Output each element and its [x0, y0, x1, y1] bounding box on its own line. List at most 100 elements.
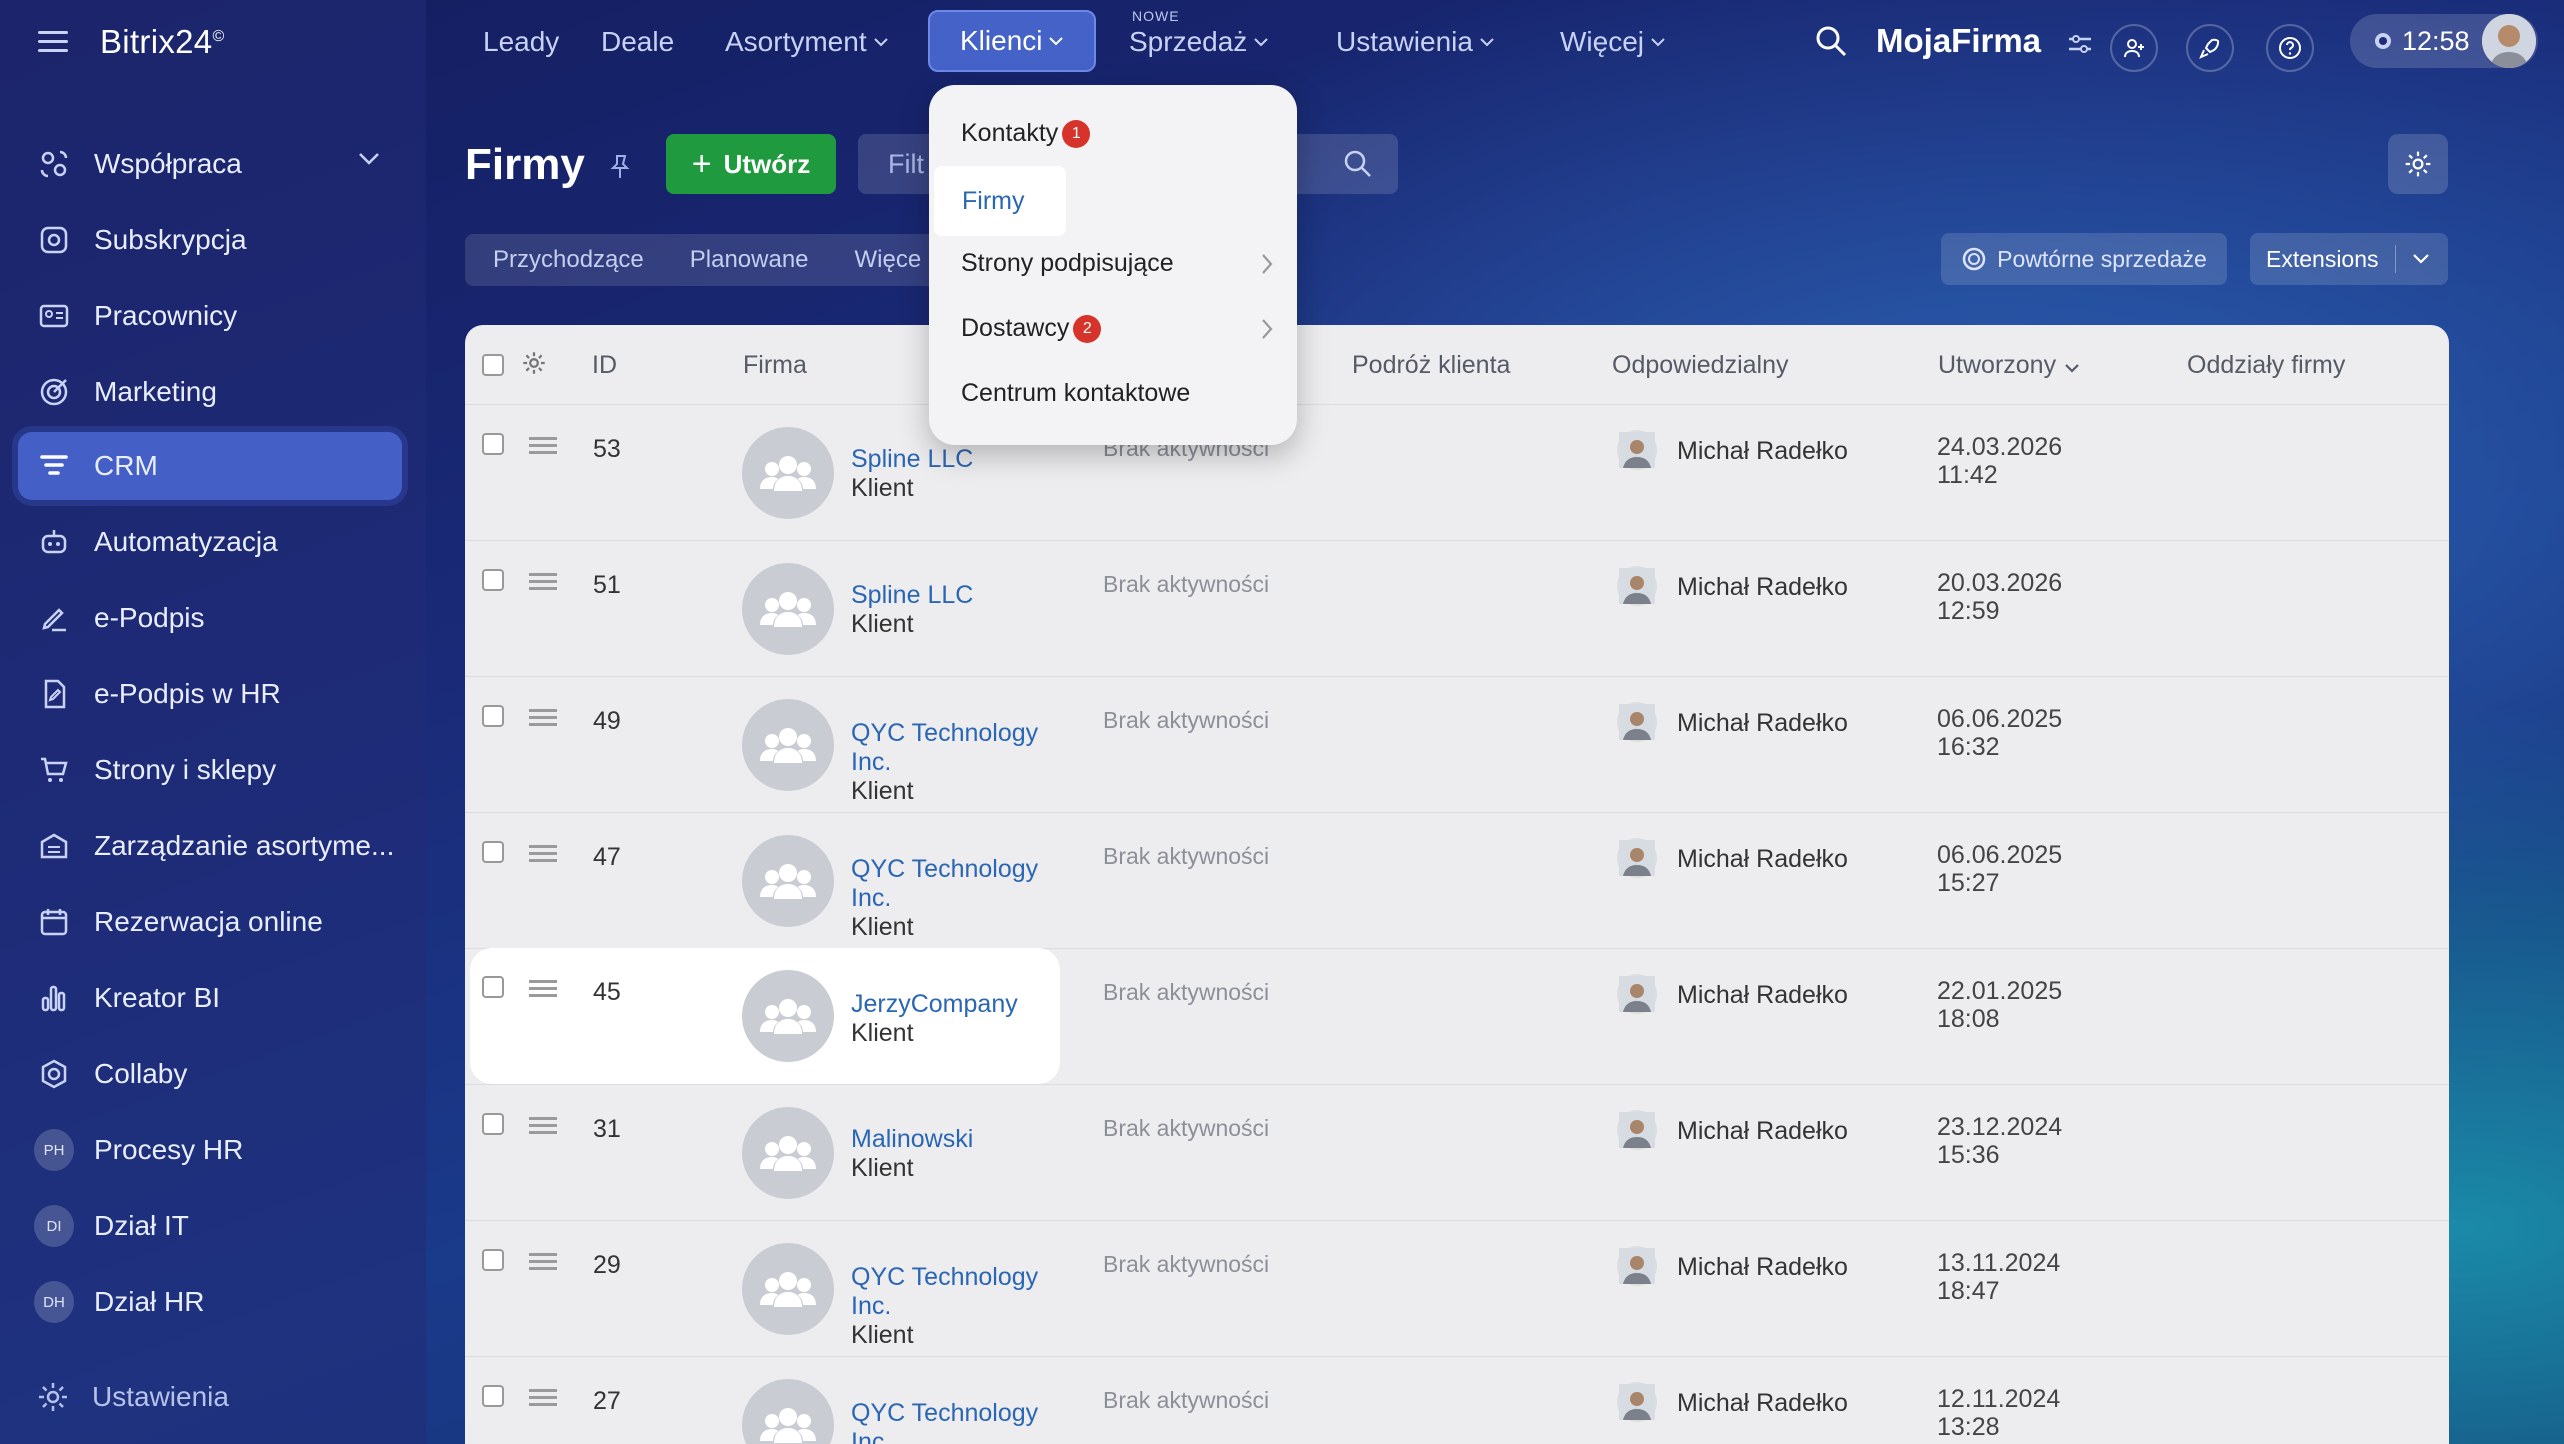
drag-handle-icon[interactable]	[529, 845, 557, 863]
sidebar-item-epodpis-hr[interactable]: e-Podpis w HR	[18, 660, 402, 728]
column-header-company[interactable]: Firma	[743, 351, 807, 380]
select-all-checkbox[interactable]	[482, 354, 504, 376]
column-header-id[interactable]: ID	[592, 351, 617, 380]
row-checkbox[interactable]	[482, 976, 504, 998]
search-icon[interactable]	[1342, 148, 1374, 180]
topnav-ustawienia[interactable]: Ustawienia	[1336, 26, 1495, 58]
activity-status[interactable]: Brak aktywności	[1103, 1115, 1269, 1142]
user-avatar[interactable]	[2482, 14, 2536, 68]
drag-handle-icon[interactable]	[529, 1253, 557, 1271]
company-link[interactable]: QYC Technology Inc.	[851, 1399, 1061, 1444]
sidebar-item-strony[interactable]: Strony i sklepy	[18, 736, 402, 804]
menu-item-firmy[interactable]: Firmy	[934, 166, 1066, 236]
table-row[interactable]: 53 Spline LLC Klient Brak aktywności Michał …	[465, 405, 2449, 541]
activity-status[interactable]: Brak aktywności	[1103, 571, 1269, 598]
responsible-name[interactable]: Michał Radełko	[1677, 845, 1848, 874]
table-row[interactable]: 47 QYC Technology Inc. Klient Brak aktywnoś…	[465, 813, 2449, 949]
list-settings-button[interactable]	[2388, 134, 2448, 194]
drag-handle-icon[interactable]	[529, 1117, 557, 1135]
topnav-leady[interactable]: Leady	[483, 26, 559, 58]
company-avatar[interactable]	[742, 1243, 834, 1335]
responsible-avatar[interactable]	[1617, 1110, 1657, 1150]
responsible-name[interactable]: Michał Radełko	[1677, 1389, 1848, 1418]
pin-icon[interactable]	[609, 154, 631, 180]
company-avatar[interactable]	[742, 1379, 834, 1444]
activity-status[interactable]: Brak aktywności	[1103, 1387, 1269, 1414]
sidebar-item-kreator-bi[interactable]: Kreator BI	[18, 964, 402, 1032]
company-avatar[interactable]	[742, 970, 834, 1062]
company-link[interactable]: QYC Technology Inc.	[851, 1263, 1061, 1321]
drag-handle-icon[interactable]	[529, 437, 557, 455]
row-checkbox[interactable]	[482, 433, 504, 455]
drag-handle-icon[interactable]	[529, 1389, 557, 1407]
company-link[interactable]: Spline LLC	[851, 445, 1061, 474]
responsible-name[interactable]: Michał Radełko	[1677, 709, 1848, 738]
drag-handle-icon[interactable]	[529, 573, 557, 591]
company-link[interactable]: Malinowski	[851, 1125, 1061, 1154]
responsible-name[interactable]: Michał Radełko	[1677, 437, 1848, 466]
topnav-asortyment[interactable]: Asortyment	[725, 26, 889, 58]
search-icon[interactable]	[1814, 24, 1848, 58]
responsible-name[interactable]: Michał Radełko	[1677, 1253, 1848, 1282]
sidebar-item-epodpis[interactable]: e-Podpis	[18, 584, 402, 652]
responsible-avatar[interactable]	[1617, 1382, 1657, 1422]
activity-status[interactable]: Brak aktywności	[1103, 1251, 1269, 1278]
responsible-avatar[interactable]	[1617, 838, 1657, 878]
sidebar-item-automatyzacja[interactable]: Automatyzacja	[18, 508, 402, 576]
menu-item-strony-podpisujace[interactable]: Strony podpisujące	[961, 249, 1273, 278]
sidebar-item-marketing[interactable]: Marketing	[18, 358, 402, 426]
tab-wiecej[interactable]: Więce	[855, 246, 922, 274]
topnav-deale[interactable]: Deale	[601, 26, 674, 58]
responsible-avatar[interactable]	[1617, 702, 1657, 742]
responsible-avatar[interactable]	[1617, 1246, 1657, 1286]
add-user-button[interactable]	[2110, 24, 2158, 72]
sidebar-item-collaby[interactable]: Collaby	[18, 1040, 402, 1108]
sidebar-settings[interactable]: Ustawienia	[36, 1380, 229, 1414]
row-checkbox[interactable]	[482, 1249, 504, 1271]
sidebar-item-wspolpraca[interactable]: Współpraca	[18, 130, 402, 198]
column-header-journey[interactable]: Podróż klienta	[1352, 351, 1510, 380]
help-button[interactable]	[2266, 24, 2314, 72]
company-avatar[interactable]	[742, 835, 834, 927]
sidebar-item-rezerwacja[interactable]: Rezerwacja online	[18, 888, 402, 956]
sidebar-item-pracownicy[interactable]: Pracownicy	[18, 282, 402, 350]
activity-status[interactable]: Brak aktywności	[1103, 707, 1269, 734]
company-link[interactable]: QYC Technology Inc.	[851, 855, 1061, 913]
responsible-avatar[interactable]	[1617, 566, 1657, 606]
company-avatar[interactable]	[742, 699, 834, 791]
responsible-name[interactable]: Michał Radełko	[1677, 981, 1848, 1010]
row-checkbox[interactable]	[482, 1385, 504, 1407]
sidebar-item-dzial-it[interactable]: DI Dział IT	[18, 1192, 402, 1260]
chevron-down-icon[interactable]	[2412, 253, 2430, 265]
topnav-klienci[interactable]: Klienci	[928, 10, 1097, 72]
company-avatar[interactable]	[742, 563, 834, 655]
responsible-avatar[interactable]	[1617, 974, 1657, 1014]
tab-przychodzace[interactable]: Przychodzące	[493, 246, 644, 274]
highlighted-row[interactable]: 45 JerzyCompany Klient	[465, 948, 1065, 1084]
sliders-icon[interactable]	[2066, 32, 2094, 56]
tab-planowane[interactable]: Planowane	[690, 246, 809, 274]
repeat-sales-button[interactable]: Powtórne sprzedaże	[1941, 233, 2227, 285]
company-avatar[interactable]	[742, 1107, 834, 1199]
company-link[interactable]: QYC Technology Inc.	[851, 719, 1061, 777]
table-row[interactable]: 49 QYC Technology Inc. Klient Brak aktywnoś…	[465, 677, 2449, 813]
topnav-sprzedaz[interactable]: Sprzedaż	[1129, 26, 1269, 58]
topnav-wiecej[interactable]: Więcej	[1560, 26, 1666, 58]
activity-status[interactable]: Brak aktywności	[1103, 843, 1269, 870]
brand-logo[interactable]: Bitrix24©	[100, 23, 225, 61]
company-name[interactable]: MojaFirma	[1876, 22, 2041, 60]
responsible-avatar[interactable]	[1617, 430, 1657, 470]
table-row[interactable]: 31 Malinowski Klient Brak aktywności Michał …	[465, 1085, 2449, 1221]
sidebar-item-crm[interactable]: CRM	[18, 432, 402, 500]
menu-item-dostawcy[interactable]: Dostawcy 2	[961, 314, 1273, 343]
sidebar-item-dzial-hr[interactable]: DH Dział HR	[18, 1268, 402, 1336]
table-row[interactable]: 51 Spline LLC Klient Brak aktywności Michał …	[465, 541, 2449, 677]
drag-handle-icon[interactable]	[529, 980, 557, 998]
column-header-branches[interactable]: Oddziały firmy	[2187, 351, 2345, 380]
responsible-name[interactable]: Michał Radełko	[1677, 1117, 1848, 1146]
extensions-button[interactable]: Extensions	[2250, 233, 2448, 285]
menu-icon[interactable]	[38, 31, 68, 53]
sidebar-item-asortyment[interactable]: Zarządzanie asortyme...	[18, 812, 402, 880]
column-header-responsible[interactable]: Odpowiedzialny	[1612, 351, 1789, 380]
drag-handle-icon[interactable]	[529, 709, 557, 727]
